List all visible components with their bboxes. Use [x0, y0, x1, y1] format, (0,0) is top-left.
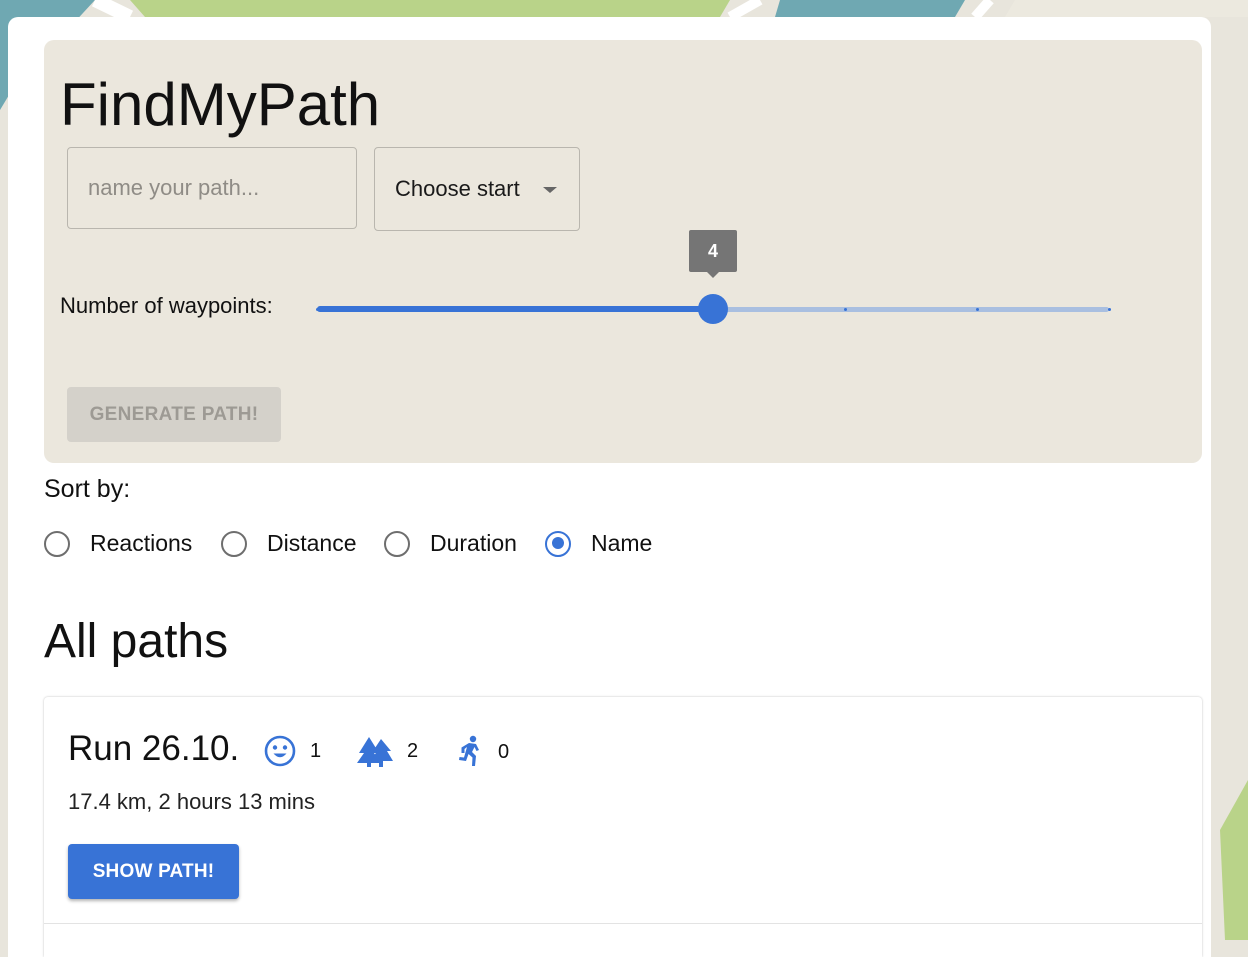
radio-icon [384, 530, 410, 557]
path-name-input[interactable] [67, 147, 357, 229]
waypoints-slider[interactable]: 4 [315, 230, 1111, 324]
runner-icon [456, 735, 484, 769]
sort-label: Sort by: [44, 475, 131, 503]
card-divider [44, 923, 1202, 924]
sort-option-distance[interactable]: Distance [221, 530, 356, 557]
sort-option-label: Distance [267, 530, 357, 556]
sort-option-name[interactable]: Name [545, 530, 652, 557]
radio-checked-icon [545, 530, 571, 557]
reactions-count: 1 [310, 739, 322, 762]
start-select[interactable]: Choose start [374, 147, 580, 231]
slider-tick [1107, 308, 1111, 311]
generate-path-button[interactable]: GENERATE PATH! [67, 387, 281, 442]
smiley-icon [264, 735, 296, 767]
all-paths-title: All paths [44, 615, 229, 668]
slider-tick [975, 308, 979, 311]
path-summary: 17.4 km, 2 hours 13 mins [68, 789, 316, 814]
activity-stat: 0 [456, 735, 509, 769]
path-generator-card: FindMyPath Choose start Number of waypoi… [44, 40, 1202, 463]
sort-option-label: Name [591, 530, 653, 556]
start-select-label: Choose start [395, 176, 520, 201]
waypoints-label: Number of waypoints: [60, 293, 273, 318]
show-path-button[interactable]: SHOW PATH! [68, 844, 239, 899]
path-name: Run 26.10. [68, 729, 240, 768]
reactions-stat: 1 [264, 735, 321, 767]
nature-stat: 2 [357, 735, 418, 767]
sort-option-label: Duration [430, 530, 517, 556]
path-card: Run 26.10. 1 2 0 17.4 km, 2 hours 13 min… [44, 697, 1202, 957]
slider-thumb[interactable] [698, 294, 728, 324]
slider-tick [315, 308, 319, 311]
slider-track [317, 306, 713, 312]
sort-option-duration[interactable]: Duration [384, 530, 517, 557]
app-title: FindMyPath [60, 71, 381, 138]
slider-tick [579, 308, 583, 311]
chevron-down-icon [543, 187, 557, 193]
nature-count: 2 [407, 739, 419, 762]
sort-option-reactions[interactable]: Reactions [44, 530, 192, 557]
main-panel: FindMyPath Choose start Number of waypoi… [8, 17, 1211, 957]
sort-option-label: Reactions [90, 530, 193, 556]
slider-value-label: 4 [689, 230, 737, 278]
activity-count: 0 [498, 740, 510, 763]
radio-icon [221, 530, 247, 557]
slider-tick [447, 308, 451, 311]
trees-icon [357, 735, 393, 767]
radio-icon [44, 530, 70, 557]
slider-tick [843, 308, 847, 311]
